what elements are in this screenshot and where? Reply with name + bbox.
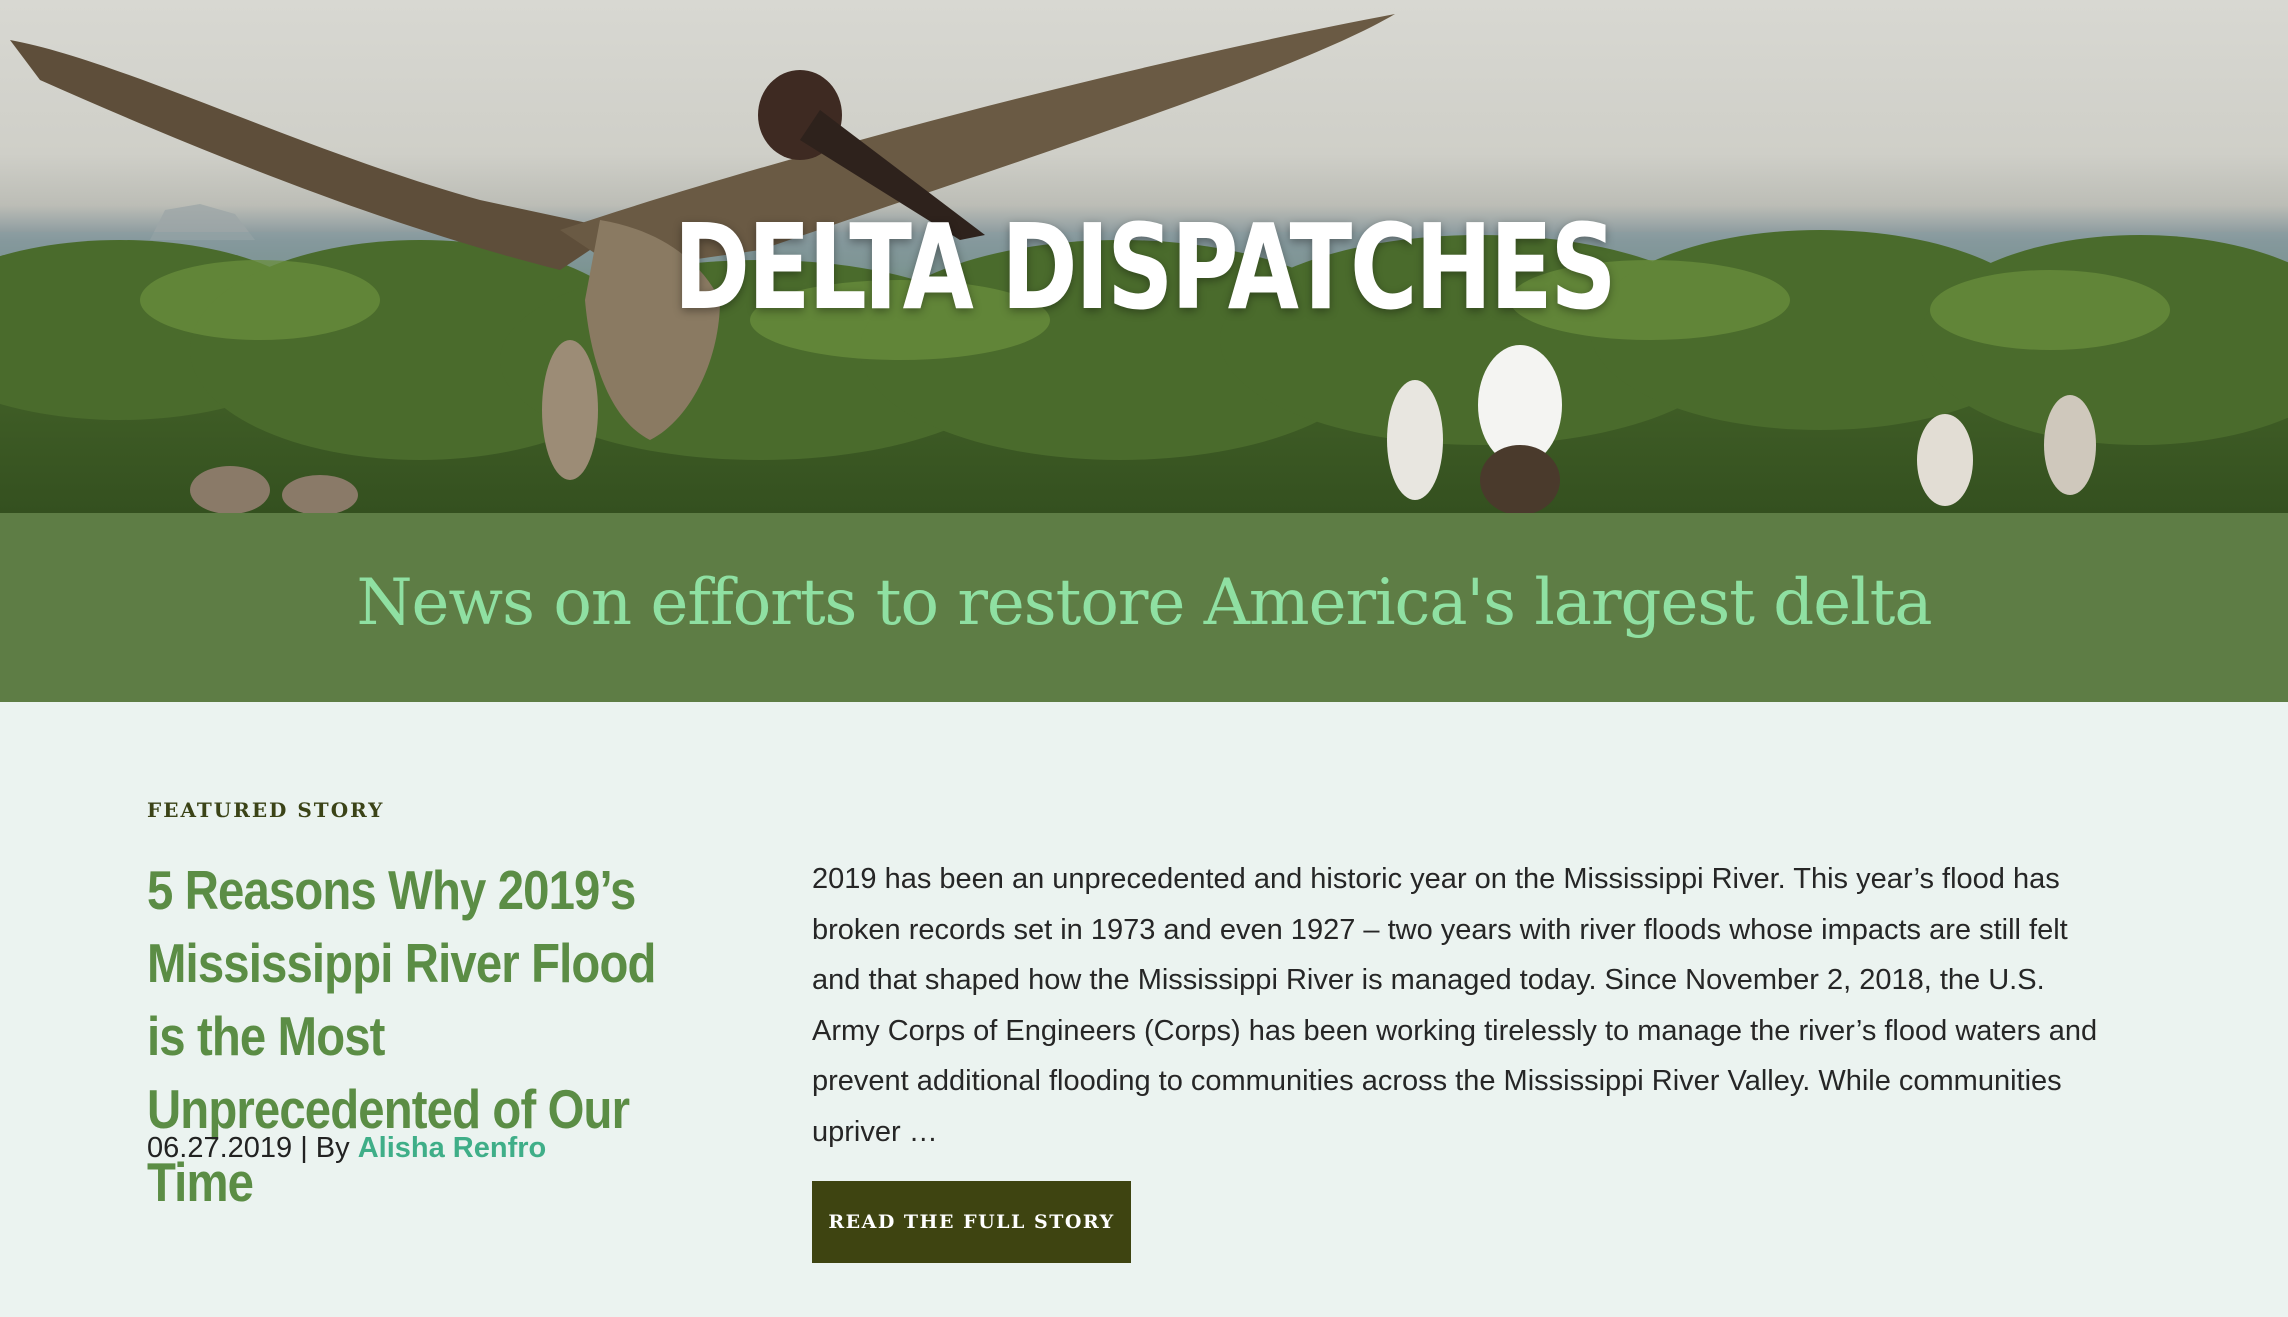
featured-story-label: FEATURED STORY (147, 798, 385, 822)
site-title: DELTA DISPATCHES (673, 198, 1617, 336)
featured-story-section: FEATURED STORY 5 Reasons Why 2019’s Miss… (0, 702, 2288, 1317)
hero-banner: DELTA DISPATCHES (0, 0, 2288, 513)
byline-separator: | By (292, 1132, 358, 1164)
author-link[interactable]: Alisha Renfro (358, 1132, 547, 1164)
byline: 06.27.2019 | By Alisha Renfro (147, 1132, 546, 1165)
story-excerpt: 2019 has been an unprecedented and histo… (812, 863, 2098, 1148)
read-full-story-button[interactable]: READ THE FULL STORY (812, 1181, 1131, 1263)
tagline: News on efforts to restore America's lar… (356, 565, 1933, 640)
publish-date: 06.27.2019 (147, 1132, 293, 1164)
tagline-band: News on efforts to restore America's lar… (0, 513, 2288, 702)
